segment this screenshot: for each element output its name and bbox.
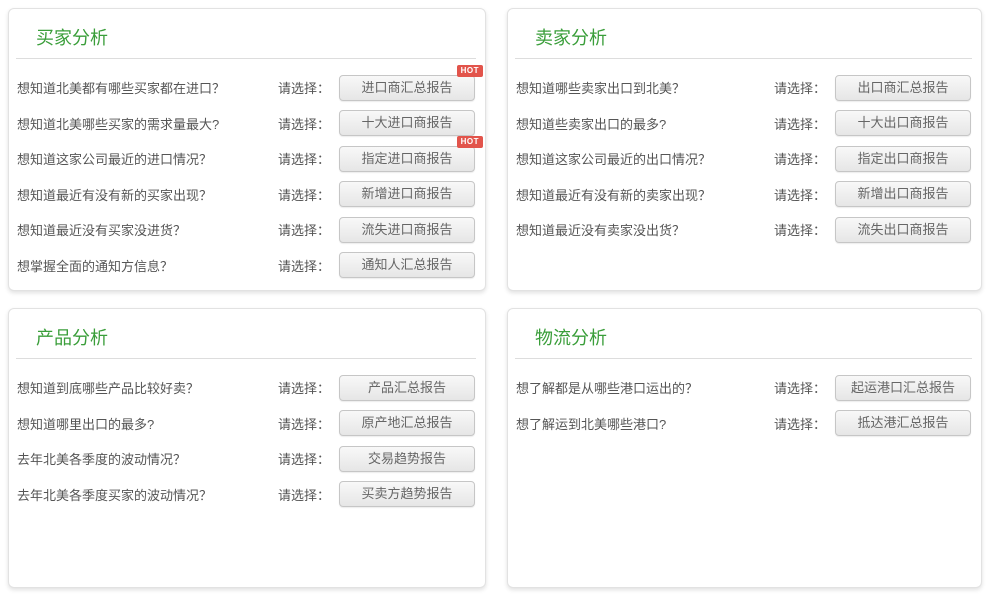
report-row: 想知道这家公司最近的出口情况？ 请选择： 指定出口商报告 [508, 141, 981, 177]
select-label: 请选择： [278, 449, 330, 468]
report-button[interactable]: 原产地汇总报告 [339, 410, 475, 436]
report-row: 想知道最近有没有新的买家出现？ 请选择： 新增进口商报告 [9, 177, 485, 213]
panel-title: 卖家分析 [508, 9, 981, 50]
report-button[interactable]: 指定出口商报告 [835, 146, 971, 172]
report-button-wrap: 起运港口汇总报告 [835, 375, 971, 401]
select-label: 请选择： [278, 220, 330, 239]
report-button-wrap: 产品汇总报告 [339, 375, 475, 401]
report-row: 想知道哪里出口的最多? 请选择： 原产地汇总报告 [9, 406, 485, 442]
select-label: 请选择： [774, 220, 826, 239]
report-button-wrap: 新增出口商报告 [835, 181, 971, 207]
report-row: 想知道北美哪些买家的需求量最大? 请选择： 十大进口商报告 [9, 106, 485, 142]
report-row: 去年北美各季度买家的波动情况？ 请选择： 买卖方趋势报告 [9, 477, 485, 513]
panel-buyer-analysis: 买家分析 想知道北美都有哪些买家都在进口？ 请选择： 进口商汇总报告 HOT 想… [8, 8, 486, 291]
report-button-wrap: 流失进口商报告 [339, 217, 475, 243]
question-text: 想知道哪里出口的最多? [17, 414, 278, 433]
question-text: 去年北美各季度买家的波动情况？ [17, 485, 278, 504]
question-text: 想知道哪些卖家出口到北美？ [516, 78, 774, 97]
report-button[interactable]: 十大进口商报告 [339, 110, 475, 136]
report-row: 想知道北美都有哪些买家都在进口？ 请选择： 进口商汇总报告 HOT [9, 70, 485, 106]
report-row: 去年北美各季度的波动情况？ 请选择： 交易趋势报告 [9, 441, 485, 477]
report-row: 想知道最近没有卖家没出货？ 请选择： 流失出口商报告 [508, 212, 981, 248]
report-button-wrap: 十大出口商报告 [835, 110, 971, 136]
panel-title: 买家分析 [9, 9, 485, 50]
report-row: 想知道最近没有买家没进货？ 请选择： 流失进口商报告 [9, 212, 485, 248]
question-text: 想知道北美哪些买家的需求量最大? [17, 114, 278, 133]
report-button[interactable]: 流失进口商报告 [339, 217, 475, 243]
select-label: 请选择： [278, 485, 330, 504]
hot-badge: HOT [457, 136, 483, 148]
report-button[interactable]: 抵达港汇总报告 [835, 410, 971, 436]
report-button-wrap: 新增进口商报告 [339, 181, 475, 207]
report-row: 想了解运到北美哪些港口? 请选择： 抵达港汇总报告 [508, 406, 981, 442]
select-label: 请选择： [278, 78, 330, 97]
report-button-wrap: 指定出口商报告 [835, 146, 971, 172]
report-row: 想知道这家公司最近的进口情况？ 请选择： 指定进口商报告 HOT [9, 141, 485, 177]
report-button[interactable]: 进口商汇总报告 [339, 75, 475, 101]
report-button[interactable]: 起运港口汇总报告 [835, 375, 971, 401]
panel-logistics-analysis: 物流分析 想了解都是从哪些港口运出的？ 请选择： 起运港口汇总报告 想了解运到北… [507, 308, 982, 588]
report-button[interactable]: 新增出口商报告 [835, 181, 971, 207]
report-button-wrap: 买卖方趋势报告 [339, 481, 475, 507]
report-button[interactable]: 流失出口商报告 [835, 217, 971, 243]
report-row: 想掌握全面的通知方信息？ 请选择： 通知人汇总报告 [9, 248, 485, 284]
select-label: 请选择： [774, 414, 826, 433]
panel-seller-analysis: 卖家分析 想知道哪些卖家出口到北美？ 请选择： 出口商汇总报告 想知道些卖家出口… [507, 8, 982, 291]
select-label: 请选择： [278, 114, 330, 133]
select-label: 请选择： [278, 149, 330, 168]
select-label: 请选择： [774, 114, 826, 133]
question-text: 想知道最近没有卖家没出货？ [516, 220, 774, 239]
report-button[interactable]: 出口商汇总报告 [835, 75, 971, 101]
report-button[interactable]: 交易趋势报告 [339, 446, 475, 472]
report-row: 想了解都是从哪些港口运出的？ 请选择： 起运港口汇总报告 [508, 370, 981, 406]
report-button-wrap: 通知人汇总报告 [339, 252, 475, 278]
report-button-wrap: 进口商汇总报告 HOT [339, 75, 475, 101]
report-rows: 想知道哪些卖家出口到北美？ 请选择： 出口商汇总报告 想知道些卖家出口的最多? … [508, 59, 981, 248]
report-button-wrap: 交易趋势报告 [339, 446, 475, 472]
panel-product-analysis: 产品分析 想知道到底哪些产品比较好卖？ 请选择： 产品汇总报告 想知道哪里出口的… [8, 308, 486, 588]
question-text: 想了解都是从哪些港口运出的？ [516, 378, 774, 397]
select-label: 请选择： [774, 149, 826, 168]
hot-badge: HOT [457, 65, 483, 77]
select-label: 请选择： [774, 78, 826, 97]
report-button-wrap: 十大进口商报告 [339, 110, 475, 136]
question-text: 想了解运到北美哪些港口? [516, 414, 774, 433]
report-row: 想知道到底哪些产品比较好卖？ 请选择： 产品汇总报告 [9, 370, 485, 406]
report-row: 想知道最近有没有新的卖家出现？ 请选择： 新增出口商报告 [508, 177, 981, 213]
report-button[interactable]: 买卖方趋势报告 [339, 481, 475, 507]
question-text: 想知道些卖家出口的最多? [516, 114, 774, 133]
select-label: 请选择： [278, 256, 330, 275]
report-button[interactable]: 新增进口商报告 [339, 181, 475, 207]
panel-title: 物流分析 [508, 309, 981, 350]
report-button[interactable]: 十大出口商报告 [835, 110, 971, 136]
report-button[interactable]: 通知人汇总报告 [339, 252, 475, 278]
question-text: 想掌握全面的通知方信息？ [17, 256, 278, 275]
question-text: 想知道北美都有哪些买家都在进口？ [17, 78, 278, 97]
question-text: 想知道最近有没有新的卖家出现？ [516, 185, 774, 204]
question-text: 想知道这家公司最近的出口情况？ [516, 149, 774, 168]
select-label: 请选择： [278, 185, 330, 204]
panel-title: 产品分析 [9, 309, 485, 350]
report-button-wrap: 原产地汇总报告 [339, 410, 475, 436]
question-text: 去年北美各季度的波动情况？ [17, 449, 278, 468]
report-rows: 想了解都是从哪些港口运出的？ 请选择： 起运港口汇总报告 想了解运到北美哪些港口… [508, 359, 981, 441]
report-button-wrap: 指定进口商报告 HOT [339, 146, 475, 172]
select-label: 请选择： [774, 185, 826, 204]
report-rows: 想知道到底哪些产品比较好卖？ 请选择： 产品汇总报告 想知道哪里出口的最多? 请… [9, 359, 485, 512]
report-button[interactable]: 产品汇总报告 [339, 375, 475, 401]
report-button-wrap: 流失出口商报告 [835, 217, 971, 243]
question-text: 想知道最近有没有新的买家出现？ [17, 185, 278, 204]
question-text: 想知道这家公司最近的进口情况？ [17, 149, 278, 168]
report-rows: 想知道北美都有哪些买家都在进口？ 请选择： 进口商汇总报告 HOT 想知道北美哪… [9, 59, 485, 283]
select-label: 请选择： [278, 414, 330, 433]
select-label: 请选择： [774, 378, 826, 397]
report-button-wrap: 抵达港汇总报告 [835, 410, 971, 436]
report-row: 想知道哪些卖家出口到北美？ 请选择： 出口商汇总报告 [508, 70, 981, 106]
question-text: 想知道到底哪些产品比较好卖？ [17, 378, 278, 397]
report-button[interactable]: 指定进口商报告 [339, 146, 475, 172]
report-button-wrap: 出口商汇总报告 [835, 75, 971, 101]
select-label: 请选择： [278, 378, 330, 397]
report-row: 想知道些卖家出口的最多? 请选择： 十大出口商报告 [508, 106, 981, 142]
question-text: 想知道最近没有买家没进货？ [17, 220, 278, 239]
